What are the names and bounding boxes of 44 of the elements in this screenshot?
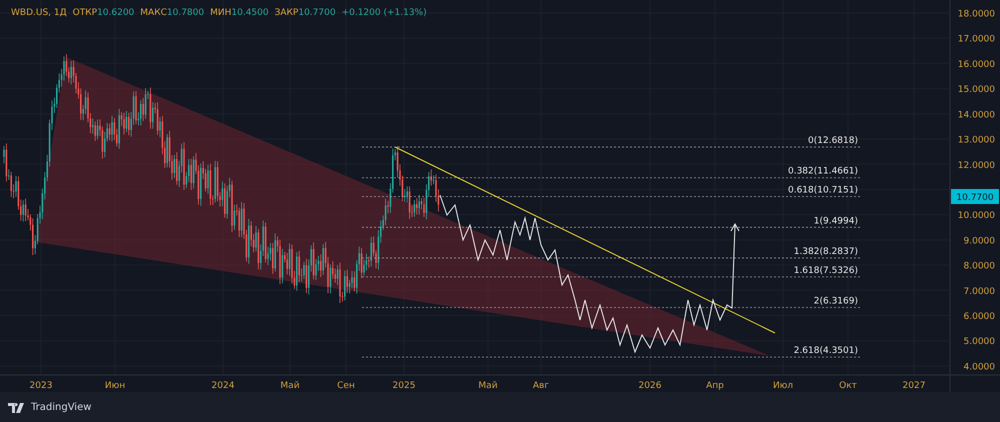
time-axis-label: 2024 [212,381,234,391]
price-axis-label: 6.0000 [964,312,995,322]
time-axis-label: 2025 [392,381,416,391]
time-axis-label: Окт [839,381,857,391]
time-axis-label: 2026 [638,381,662,391]
price-axis-label: 12.0000 [958,160,995,171]
fibonacci-level-label: 0(12.6818) [808,136,858,146]
fibonacci-level-label: 0.618(10.7151) [788,186,858,196]
ohlc-field: МАКС10.7800 [140,8,204,18]
price-axis-label: 4.0000 [964,362,995,372]
price-axis-label: 16.0000 [958,60,995,70]
fibonacci-level-label: 2.618(4.3501) [794,346,858,356]
fibonacci-level-label: 2(6.3169) [814,296,858,307]
price-axis-label: 5.0000 [964,337,995,348]
symbol-label: WBD.US, 1Д [11,8,67,18]
time-axis-label: 2023 [30,381,52,391]
fibonacci-level-label: 1.382(8.2837) [794,246,858,257]
current-price-tag: 10.7700 [951,189,999,204]
time-axis-label: Июл [772,381,794,391]
time-axis-label: Авг [532,381,550,391]
time-axis-label: Сен [337,381,355,391]
ohlc-field: ОТКР10.6200 [72,8,134,18]
time-axis-label: Июн [104,381,126,391]
price-axis-label: 9.0000 [964,236,995,246]
price-axis-label: 7.0000 [964,286,995,297]
price-axis-label: 10.0000 [958,211,995,222]
fibonacci-level-label: 1(9.4994) [814,216,858,226]
brand-name: TradingView [31,402,92,413]
fibonacci-level-label: 1.618(7.5326) [794,266,858,276]
price-axis-label: 18.0000 [958,10,995,20]
price-axis-label: 8.0000 [964,262,995,272]
tradingview-logo-icon [8,402,27,412]
price-axis-label: 15.0000 [958,85,995,96]
price-change: +0.1200 (+1.13%) [342,8,427,18]
ohlc-field: ЗАКР10.7700 [274,8,336,18]
price-axis-label: 13.0000 [958,136,995,146]
time-axis-label: 2027 [902,381,926,391]
time-axis-label: Май [478,381,498,391]
time-axis-label: Апр [706,381,724,391]
fibonacci-level-label: 0.382(11.4661) [788,166,858,177]
ohlc-field: МИН10.4500 [210,8,269,18]
time-axis-label: Май [280,381,300,391]
price-axis-label: 17.0000 [958,34,995,45]
price-axis-label: 14.0000 [958,110,995,120]
